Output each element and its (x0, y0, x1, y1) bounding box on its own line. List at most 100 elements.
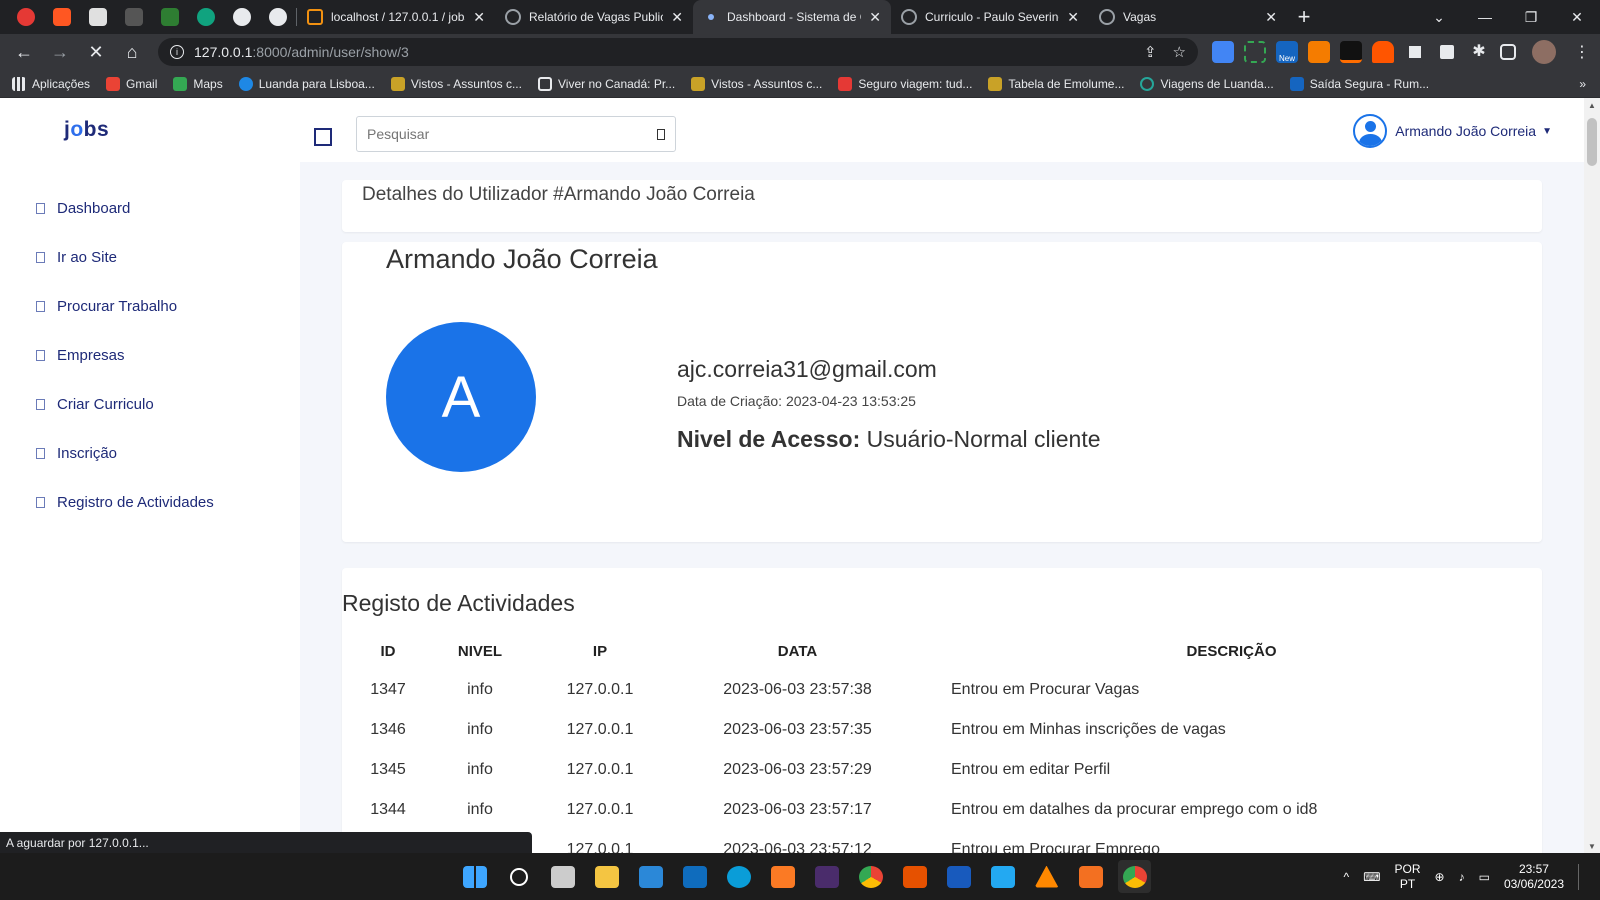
sidebar-item-procurar-trabalho[interactable]: Procurar Trabalho (0, 282, 300, 331)
sidebar-item-registro-actividades[interactable]: Registro de Actividades (0, 478, 300, 527)
stop-button[interactable]: ✕ (80, 36, 112, 68)
language-indicator[interactable]: POR PT (1395, 862, 1421, 892)
menu-toggle-icon[interactable] (314, 128, 332, 146)
bookmark-luanda-lisboa[interactable]: Luanda para Lisboa... (238, 76, 375, 91)
mail-button[interactable] (678, 860, 711, 893)
scroll-down-arrow-icon[interactable]: ▼ (1584, 839, 1600, 853)
bookmark-apps[interactable]: Aplicações (12, 76, 90, 91)
search-button[interactable] (502, 860, 535, 893)
chevron-up-icon[interactable]: ^ (1344, 870, 1350, 884)
close-window-button[interactable]: ✕ (1554, 0, 1600, 34)
search-icon[interactable] (657, 128, 665, 140)
keyboard-icon[interactable]: ⌨ (1363, 870, 1380, 884)
vlc-button[interactable] (1030, 860, 1063, 893)
page-scrollbar[interactable]: ▲ ▼ (1584, 98, 1600, 853)
store-button[interactable] (634, 860, 667, 893)
pinned-tab-7[interactable] (224, 0, 260, 34)
pinned-tab-1[interactable] (8, 0, 44, 34)
file-explorer-button[interactable] (590, 860, 623, 893)
bookmarks-overflow-icon[interactable]: » (1579, 77, 1586, 91)
tab-search-button[interactable]: ⌄ (1416, 0, 1462, 34)
back-button[interactable]: ← (8, 36, 40, 68)
new-extension-icon[interactable]: New (1276, 41, 1298, 63)
close-icon[interactable]: ✕ (473, 9, 485, 26)
soundcloud-icon[interactable] (1372, 41, 1394, 63)
extension-icon[interactable] (1404, 41, 1426, 63)
bookmark-vistos-1[interactable]: Vistos - Assuntos c... (390, 76, 522, 91)
chrome-button[interactable] (854, 860, 887, 893)
app-button[interactable] (810, 860, 843, 893)
activity-log-icon (36, 497, 45, 508)
pinned-tab-8[interactable] (260, 0, 296, 34)
sidebar-item-label: Criar Curriculo (57, 396, 154, 413)
chrome-profile-button[interactable] (1118, 860, 1151, 893)
word-button[interactable] (942, 860, 975, 893)
notifications-icon[interactable] (1578, 863, 1586, 890)
bookmark-star-icon[interactable]: ☆ (1173, 43, 1186, 61)
table-row: 1346 info 127.0.0.1 2023-06-03 23:57:35 … (342, 710, 1542, 750)
info-icon[interactable]: i (170, 45, 184, 59)
bookmark-viagens[interactable]: Viagens de Luanda... (1140, 76, 1274, 91)
office-app-button[interactable] (1074, 860, 1107, 893)
bookmark-emolumentos[interactable]: Tabela de Emolume... (988, 76, 1124, 91)
bookmark-maps[interactable]: Maps (173, 76, 223, 91)
screenshot-extension-icon[interactable] (1244, 41, 1266, 63)
profile-avatar[interactable] (1532, 40, 1556, 64)
bookmark-seguro[interactable]: Seguro viagem: tud... (838, 76, 972, 91)
task-view-button[interactable] (546, 860, 579, 893)
translate-extension-icon[interactable] (1212, 41, 1234, 63)
sidebar-item-criar-curriculo[interactable]: Criar Curriculo (0, 380, 300, 429)
pinned-tab-3[interactable] (80, 0, 116, 34)
forward-button[interactable]: → (44, 36, 76, 68)
cell-ip: 127.0.0.1 (566, 681, 634, 698)
pinned-tab-5[interactable] (152, 0, 188, 34)
sidebar-item-dashboard[interactable]: Dashboard (0, 184, 300, 233)
sidebar-item-inscricao[interactable]: Inscrição (0, 429, 300, 478)
jobs-logo[interactable]: jobs (64, 118, 109, 142)
home-button[interactable]: ⌂ (116, 36, 148, 68)
pinned-tab-2[interactable] (44, 0, 80, 34)
close-icon[interactable]: ✕ (869, 9, 881, 26)
address-bar[interactable]: i 127.0.0.1:8000/admin/user/show/3 ⇪ ☆ (158, 38, 1198, 66)
edge-button[interactable] (722, 860, 755, 893)
tab-phpmyadmin[interactable]: localhost / 127.0.0.1 / jobs ✕ (297, 0, 495, 34)
sidebar-item-ir-ao-site[interactable]: Ir ao Site (0, 233, 300, 282)
vscode-button[interactable] (986, 860, 1019, 893)
tab-dashboard[interactable]: Dashboard - Sistema de Gestão ✕ (693, 0, 891, 34)
media-player-icon (902, 865, 927, 888)
pinned-tab-6[interactable] (188, 0, 224, 34)
minimize-button[interactable]: — (1462, 0, 1508, 34)
close-icon[interactable]: ✕ (1067, 9, 1079, 26)
close-icon[interactable]: ✕ (1265, 9, 1277, 26)
clock[interactable]: 23:57 03/06/2023 (1504, 862, 1564, 892)
network-icon[interactable]: ⊕ (1435, 870, 1445, 884)
battery-icon[interactable]: ▭ (1479, 870, 1490, 884)
tab-relatorio[interactable]: Relatório de Vagas Publicadas ✕ (495, 0, 693, 34)
new-tab-button[interactable]: + (1287, 0, 1321, 34)
volume-icon[interactable]: ♪ (1459, 870, 1465, 884)
restore-button[interactable]: ❐ (1508, 0, 1554, 34)
xampp-button[interactable] (766, 860, 799, 893)
puzzle-icon[interactable]: ✱ (1468, 41, 1490, 63)
tab-curriculo[interactable]: Curriculo - Paulo Severino ✕ (891, 0, 1089, 34)
extension-icon[interactable] (1340, 41, 1362, 63)
bookmark-canada[interactable]: Viver no Canadá: Pr... (537, 76, 675, 91)
close-icon[interactable]: ✕ (671, 9, 683, 26)
pinned-tab-4[interactable] (116, 0, 152, 34)
extension-icon[interactable] (1436, 41, 1458, 63)
menu-dots-icon[interactable]: ⋮ (1574, 42, 1590, 62)
start-button[interactable] (458, 860, 491, 893)
bookmark-gmail[interactable]: Gmail (106, 76, 157, 91)
tab-vagas[interactable]: Vagas ✕ (1089, 0, 1287, 34)
download-extension-icon[interactable] (1308, 41, 1330, 63)
bookmark-saida-segura[interactable]: Saída Segura - Rum... (1289, 76, 1429, 91)
search-input[interactable] (367, 126, 657, 142)
user-menu[interactable]: Armando João Correia ▼ (1353, 114, 1552, 148)
bookmark-vistos-2[interactable]: Vistos - Assuntos c... (691, 76, 822, 91)
sidebar-item-empresas[interactable]: Empresas (0, 331, 300, 380)
scroll-up-arrow-icon[interactable]: ▲ (1584, 98, 1600, 112)
media-button[interactable] (898, 860, 931, 893)
share-icon[interactable]: ⇪ (1144, 43, 1157, 61)
scrollbar-thumb[interactable] (1587, 118, 1597, 166)
sidepanel-icon[interactable] (1500, 44, 1516, 60)
